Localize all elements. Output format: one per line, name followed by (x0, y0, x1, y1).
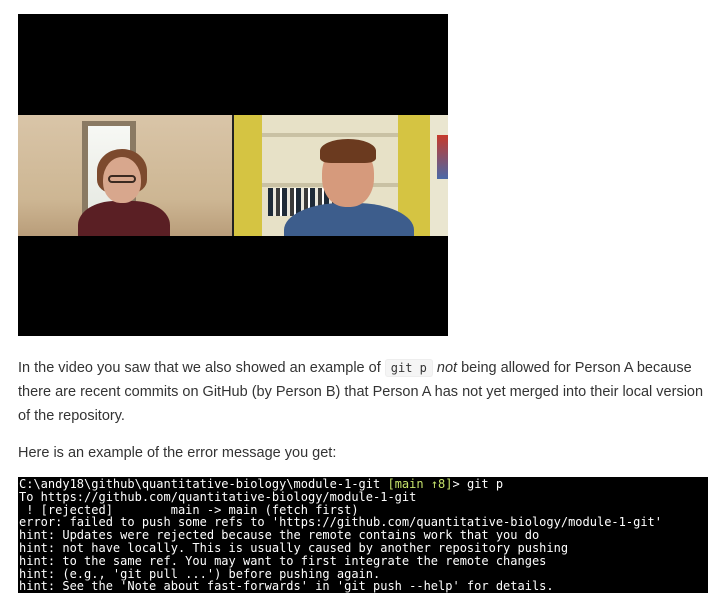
video-frame (18, 115, 448, 236)
prompt-branch: [main ↑8] (387, 477, 453, 491)
intro-paragraph: In the video you saw that we also showed… (18, 356, 718, 428)
terminal-line: hint: See the 'Note about fast-forwards'… (19, 579, 554, 593)
emphasis-not: not (436, 360, 458, 376)
prompt-command: git p (466, 477, 504, 491)
example-paragraph: Here is an example of the error message … (18, 445, 337, 461)
terminal-line: hint: to the same ref. You may want to f… (19, 553, 547, 568)
person-b-hair (320, 139, 376, 163)
terminal-output: C:\andy18\github\quantitative-biology\mo… (18, 477, 708, 593)
prompt-path: C:\andy18\github\quantitative-biology\mo… (19, 477, 381, 491)
video-pane-person-a (18, 115, 232, 236)
person-a-body (78, 201, 170, 236)
person-a-glasses (108, 175, 136, 183)
intro-text-before: In the video you saw that we also showed… (18, 360, 385, 376)
video-player[interactable] (18, 14, 448, 336)
poster (437, 135, 448, 179)
video-pane-person-b (234, 115, 448, 236)
prompt-symbol: > (452, 477, 460, 491)
shelf-board (262, 133, 398, 137)
terminal-prompt-line: C:\andy18\github\quantitative-biology\mo… (19, 478, 708, 491)
terminal-line: hint: not have locally. This is usually … (19, 540, 569, 555)
terminal-line: To https://github.com/quantitative-biolo… (19, 489, 417, 504)
inline-code-git-p: git p (384, 359, 433, 377)
